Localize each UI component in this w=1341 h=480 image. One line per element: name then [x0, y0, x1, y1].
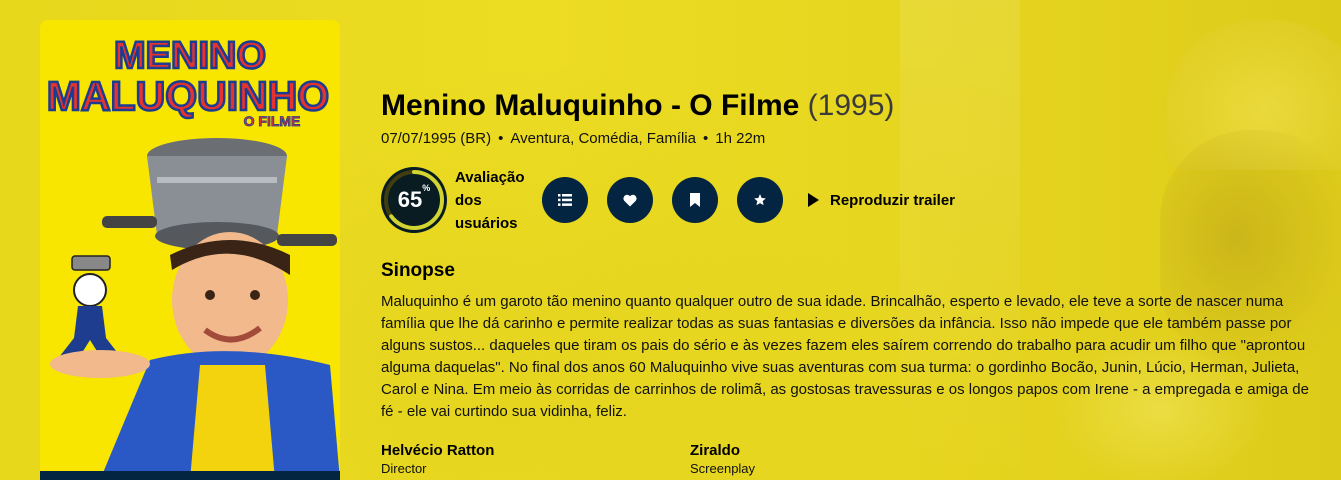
movie-facts: 07/07/1995 (BR) • Aventura, Comédia, Famíl…	[381, 130, 766, 147]
play-trailer-button[interactable]: Reproduzir trailer	[808, 192, 955, 209]
user-score-value: 65%	[397, 183, 431, 212]
genres[interactable]: Aventura, Comédia, Família	[510, 130, 696, 147]
user-score-label: Avaliação dos usuários	[455, 168, 525, 232]
overview-heading: Sinopse	[381, 260, 455, 281]
heart-icon	[623, 194, 637, 206]
play-trailer-label: Reproduzir trailer	[830, 191, 956, 209]
crew-name[interactable]: Ziraldo	[690, 441, 999, 460]
crew-list: Helvécio Ratton Director Ziraldo Screenp…	[381, 441, 1311, 478]
watchlist-button[interactable]	[672, 177, 718, 223]
poster-title-line3: O FILME	[244, 113, 301, 129]
star-icon	[754, 194, 766, 206]
movie-title-link[interactable]: Menino Maluquinho - O Filme	[381, 89, 799, 122]
crew-item: Helvécio Ratton Director	[381, 441, 690, 478]
rate-button[interactable]	[737, 177, 783, 223]
crew-job: Director	[381, 461, 427, 476]
runtime: 1h 22m	[715, 130, 766, 147]
movie-poster[interactable]: MENINO MALUQUINHO O FILME	[40, 20, 340, 480]
bookmark-icon	[690, 193, 700, 207]
movie-title: Menino Maluquinho - O Filme (1995)	[381, 88, 1311, 124]
list-icon	[558, 194, 572, 206]
movie-header: Menino Maluquinho - O Filme (1995) 07/07…	[381, 88, 1311, 478]
actions-bar: 65% Avaliação dos usuários Reproduzir tr…	[381, 167, 1311, 233]
crew-item: Ziraldo Screenplay	[690, 441, 999, 478]
crew-name[interactable]: Helvécio Ratton	[381, 441, 690, 460]
release-date: 07/07/1995 (BR)	[381, 130, 492, 147]
user-score-chart: 65%	[381, 167, 447, 233]
release-year: (1995)	[807, 89, 895, 122]
favorite-button[interactable]	[607, 177, 653, 223]
overview-text: Maluquinho é um garoto tão menino quanto…	[381, 293, 1309, 420]
add-to-list-button[interactable]	[542, 177, 588, 223]
play-icon	[808, 193, 819, 207]
crew-job: Screenplay	[690, 461, 756, 476]
poster-title-line1: MENINO	[114, 35, 266, 77]
